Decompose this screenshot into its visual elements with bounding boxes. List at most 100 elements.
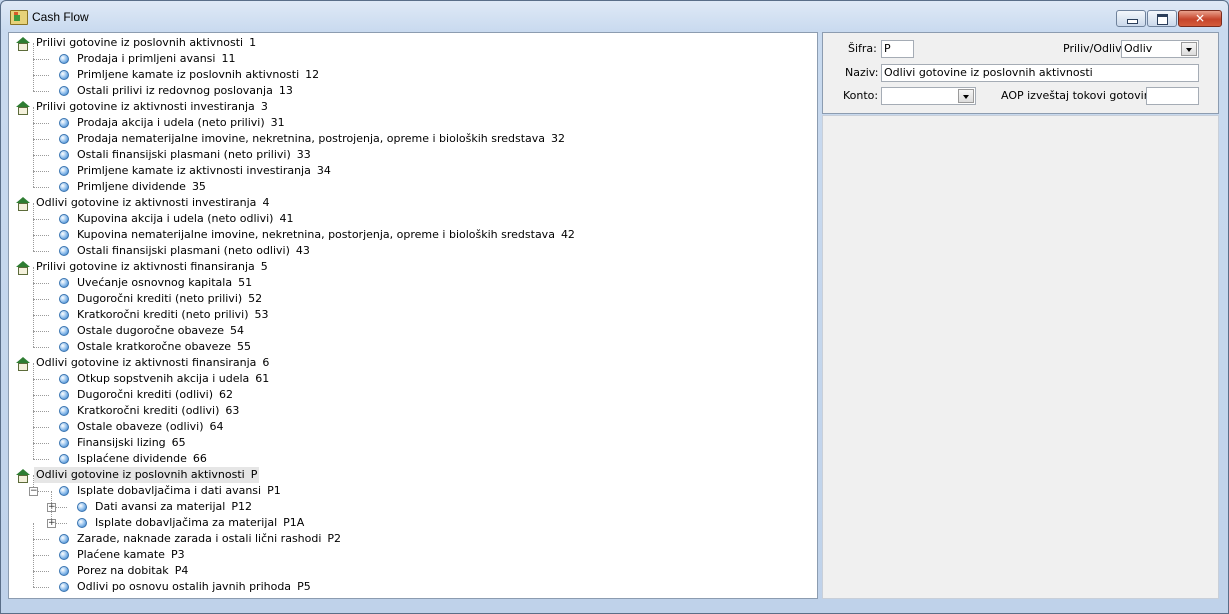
tree-connector-line <box>33 443 34 459</box>
tree-item-node[interactable]: Prodaja i primljeni avansi 11 <box>59 51 237 67</box>
node-bullet-icon <box>59 454 69 464</box>
tree-node-code: 13 <box>278 84 293 97</box>
tree-node-label: Odlivi po osnovu ostalih javnih prihoda P… <box>75 579 313 595</box>
tree-item-node[interactable]: Dugoročni krediti (odlivi) 62 <box>59 387 235 403</box>
detail-empty-area <box>822 115 1219 599</box>
chevron-down-icon[interactable] <box>958 89 974 103</box>
tree-item-node[interactable]: Ostale dugoročne obaveze 54 <box>59 323 246 339</box>
tree-item-node[interactable]: Ostale kratkoročne obaveze 55 <box>59 339 253 355</box>
tree-group-node[interactable]: Prilivi gotovine iz poslovnih aktivnosti… <box>16 35 258 51</box>
chevron-down-icon[interactable] <box>1181 42 1197 56</box>
tree-connector-line <box>33 379 49 380</box>
node-bullet-icon <box>59 326 69 336</box>
tree-connector-line <box>33 219 49 220</box>
tree-item-node[interactable]: Ostali prilivi iz redovnog poslovanja 13 <box>59 83 295 99</box>
detail-panel: Šifra: P Priliv/Odliv: Odliv Naziv: Odli… <box>822 32 1219 114</box>
node-bullet-icon <box>59 134 69 144</box>
tree-item-node[interactable]: Kupovina nematerijalne imovine, nekretni… <box>59 227 577 243</box>
home-icon <box>16 36 30 51</box>
minimize-button[interactable] <box>1116 10 1146 27</box>
tree-item-node[interactable]: Isplaćene dividende 66 <box>59 451 209 467</box>
tree-item-node[interactable]: Kratkoročni krediti (odlivi) 63 <box>59 403 241 419</box>
tree-item-node[interactable]: Zarade, naknade zarada i ostali lični ra… <box>59 531 343 547</box>
tree-item-node[interactable]: Porez na dobitak P4 <box>59 563 190 579</box>
tree-item-node[interactable]: Kupovina akcija i udela (neto odlivi) 41 <box>59 211 295 227</box>
cash-flow-tree[interactable]: Prilivi gotovine iz poslovnih aktivnosti… <box>8 32 818 599</box>
tree-item-node[interactable]: Isplate dobavljačima za materijal P1A <box>77 515 306 531</box>
tree-connector-line <box>33 283 49 284</box>
tree-connector-line <box>33 539 49 540</box>
tree-connector-line <box>33 299 49 300</box>
konto-select[interactable] <box>881 87 976 105</box>
tree-item-node[interactable]: Ostale obaveze (odlivi) 64 <box>59 419 226 435</box>
tree-connector-line <box>33 315 34 331</box>
node-bullet-icon <box>59 550 69 560</box>
tree-connector-line <box>33 75 49 76</box>
node-bullet-icon <box>59 150 69 160</box>
tree-node-code: 65 <box>171 436 186 449</box>
tree-item-node[interactable]: Primljene dividende 35 <box>59 179 208 195</box>
tree-item-node[interactable]: Plaćene kamate P3 <box>59 547 187 563</box>
tree-item-node[interactable]: Ostali finansijski plasmani (neto odlivi… <box>59 243 312 259</box>
tree-item-node[interactable]: Dati avansi za materijal P12 <box>77 499 254 515</box>
tree-item-node[interactable]: Primljene kamate iz aktivnosti investira… <box>59 163 333 179</box>
node-bullet-icon <box>59 406 69 416</box>
sifra-field[interactable]: P <box>881 40 914 58</box>
tree-item-node[interactable]: Finansijski lizing 65 <box>59 435 188 451</box>
tree-node-title: Primljene kamate iz poslovnih aktivnosti <box>77 68 300 81</box>
tree-item-node[interactable]: Primljene kamate iz poslovnih aktivnosti… <box>59 67 321 83</box>
tree-node-title: Dugoročni krediti (neto prilivi) <box>77 292 243 305</box>
tree-connector-line <box>33 379 34 395</box>
tree-group-node[interactable]: Odlivi gotovine iz poslovnih aktivnosti P <box>16 467 260 483</box>
tree-node-title: Odlivi po osnovu ostalih javnih prihoda <box>77 580 292 593</box>
naziv-label: Naziv: <box>845 66 879 79</box>
tree-node-code: P2 <box>327 532 342 545</box>
tree-group-node[interactable]: Prilivi gotovine iz aktivnosti investira… <box>16 99 270 115</box>
tree-node-title: Uvećanje osnovnog kapitala <box>77 276 233 289</box>
tree-node-title: Primljene dividende <box>77 180 186 193</box>
tree-node-title: Kratkoročni krediti (neto prilivi) <box>77 308 249 321</box>
tree-node-code: 64 <box>209 420 224 433</box>
tree-item-node[interactable]: Otkup sopstvenih akcija i udela 61 <box>59 371 271 387</box>
tree-group-node[interactable]: Odlivi gotovine iz aktivnosti finansiran… <box>16 355 271 371</box>
tree-node-title: Odlivi gotovine iz poslovnih aktivnosti <box>36 468 245 481</box>
maximize-button[interactable] <box>1147 10 1177 27</box>
tree-item-node[interactable]: Prodaja nematerijalne imovine, nekretnin… <box>59 131 567 147</box>
tree-node-code: P1 <box>267 484 281 497</box>
tree-node-title: Prodaja nematerijalne imovine, nekretnin… <box>77 132 546 145</box>
priliv-odliv-select[interactable]: Odliv <box>1121 40 1199 58</box>
konto-label: Konto: <box>843 89 879 102</box>
tree-node-label: Primljene kamate iz poslovnih aktivnosti… <box>75 67 321 83</box>
tree-connector-line <box>33 587 49 588</box>
tree-node-label: Primljene dividende 35 <box>75 179 208 195</box>
tree-item-node[interactable]: Uvećanje osnovnog kapitala 51 <box>59 275 254 291</box>
node-bullet-icon <box>59 182 69 192</box>
tree-item-node[interactable]: Ostali finansijski plasmani (neto priliv… <box>59 147 313 163</box>
title-bar[interactable]: Cash Flow ✕ <box>1 1 1228 31</box>
collapse-icon[interactable]: − <box>29 487 38 496</box>
close-button[interactable]: ✕ <box>1178 10 1222 27</box>
naziv-field[interactable]: Odlivi gotovine iz poslovnih aktivnosti <box>881 64 1199 82</box>
tree-connector-line <box>33 315 49 316</box>
tree-connector-line <box>33 459 49 460</box>
tree-connector-line <box>33 331 34 347</box>
tree-connector-line <box>33 235 49 236</box>
tree-item-node[interactable]: Isplate dobavljačima i dati avansi P1 <box>59 483 283 499</box>
tree-node-label: Ostale dugoročne obaveze 54 <box>75 323 246 339</box>
expand-icon[interactable]: + <box>47 519 56 528</box>
tree-connector-line <box>33 427 49 428</box>
tree-group-node[interactable]: Prilivi gotovine iz aktivnosti finansira… <box>16 259 270 275</box>
tree-node-label: Dati avansi za materijal P12 <box>93 499 254 515</box>
node-bullet-icon <box>59 390 69 400</box>
tree-item-node[interactable]: Dugoročni krediti (neto prilivi) 52 <box>59 291 264 307</box>
tree-group-node[interactable]: Odlivi gotovine iz aktivnosti investiran… <box>16 195 271 211</box>
aop-field[interactable] <box>1146 87 1199 105</box>
tree-item-node[interactable]: Odlivi po osnovu ostalih javnih prihoda P… <box>59 579 313 595</box>
tree-item-node[interactable]: Kratkoročni krediti (neto prilivi) 53 <box>59 307 271 323</box>
tree-connector-line <box>33 555 49 556</box>
tree-node-label: Isplate dobavljačima i dati avansi P1 <box>75 483 283 499</box>
tree-connector-line <box>33 443 49 444</box>
tree-node-title: Ostale obaveze (odlivi) <box>77 420 204 433</box>
tree-connector-line <box>33 91 49 92</box>
tree-item-node[interactable]: Prodaja akcija i udela (neto prilivi) 31 <box>59 115 287 131</box>
